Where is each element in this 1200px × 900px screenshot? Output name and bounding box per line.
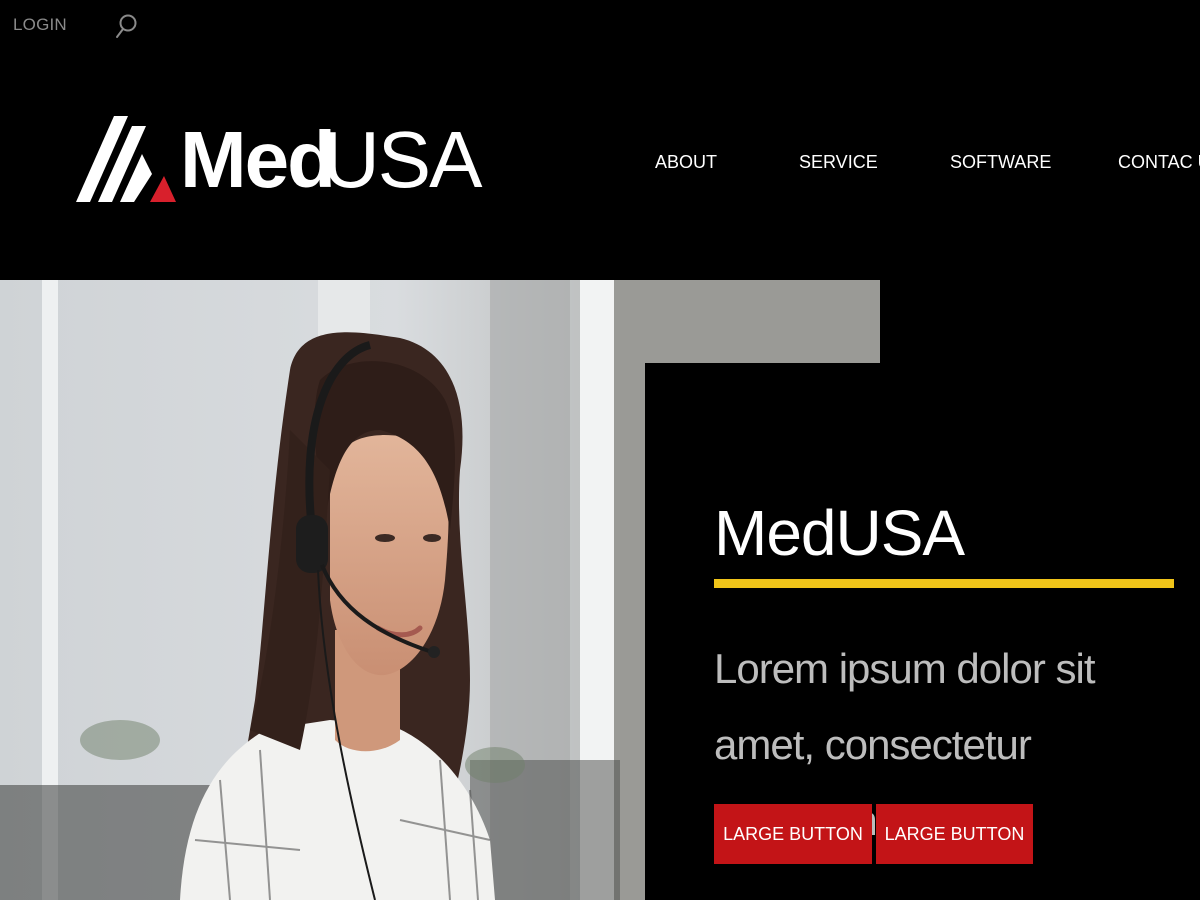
login-link[interactable]: LOGIN xyxy=(13,15,67,35)
nav-service[interactable]: SERVICE xyxy=(799,152,878,176)
logo-text-bold: Med xyxy=(180,115,336,204)
site-logo[interactable]: Med USA xyxy=(76,112,482,208)
nav-about[interactable]: ABOUT xyxy=(655,152,717,176)
hero-title: MedUSA xyxy=(714,497,965,569)
nav-software[interactable]: SOFTWARE xyxy=(950,152,1051,176)
hero-card: MedUSA Lorem ipsum dolor sit amet, conse… xyxy=(645,363,1200,900)
nav-contact-us[interactable]: CONTAC US xyxy=(1118,152,1200,176)
title-underline xyxy=(714,579,1174,588)
mountain-logo-icon xyxy=(76,116,176,202)
large-button-primary[interactable]: LARGE BUTTON xyxy=(714,804,872,864)
top-utility-bar: LOGIN xyxy=(0,0,1200,54)
search-icon[interactable] xyxy=(114,12,140,40)
logo-text-light: USA xyxy=(322,115,482,204)
large-button-secondary[interactable]: LARGE BUTTON xyxy=(876,804,1033,864)
site-header: Med USA ABOUT SERVICE SOFTWARE CONTAC US xyxy=(0,54,1200,280)
